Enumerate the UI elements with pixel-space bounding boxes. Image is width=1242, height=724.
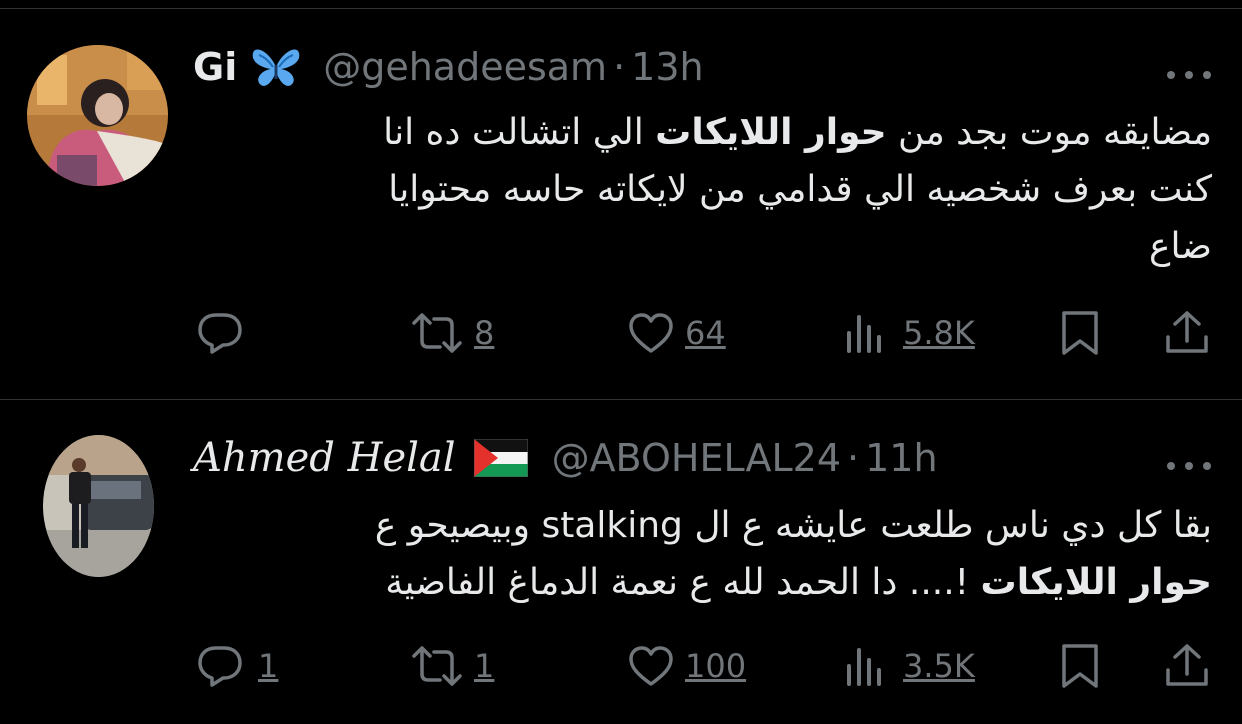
tweet-line: كنت بعرف شخصيه الي قدامي من لايكاته حاسه… — [388, 169, 1212, 210]
repost-icon — [412, 313, 462, 353]
tweet-1[interactable]: Gi @gehadeesam · 13h مضايقه موت بجد من ح… — [0, 9, 1242, 399]
action-bar: 1 1 100 3.5K — [0, 636, 1242, 696]
tweet-text: بقا كل دي ناس طلعت عايشه ع ال stalking و… — [172, 497, 1212, 611]
repost-icon — [412, 646, 462, 686]
views-count: 5.8K — [903, 314, 975, 352]
like-icon — [629, 646, 673, 686]
reply-icon — [198, 646, 242, 687]
views-button[interactable]: 5.8K — [845, 303, 975, 363]
tweet-text: مضايقه موت بجد من حوار اللايكات الي اتشا… — [172, 104, 1212, 275]
display-name[interactable]: Gi — [193, 43, 237, 91]
separator-dot: · — [847, 436, 860, 480]
action-bar: 8 64 5.8K — [0, 303, 1242, 363]
palestine-flag-icon — [473, 439, 528, 477]
views-count: 3.5K — [903, 647, 975, 685]
views-button[interactable]: 3.5K — [845, 636, 975, 696]
display-name[interactable]: Ahmed Helal — [193, 434, 456, 482]
share-button[interactable] — [1164, 636, 1210, 696]
reply-icon — [198, 313, 242, 354]
tweet-2[interactable]: Ahmed Helal @ABOHELAL24 · 11h بقا كل دي … — [0, 400, 1242, 724]
bookmark-button[interactable] — [1060, 303, 1100, 363]
handle[interactable]: @gehadeesam — [323, 43, 607, 91]
bookmark-icon — [1062, 644, 1098, 688]
like-count: 64 — [685, 314, 726, 352]
more-icon[interactable] — [1167, 65, 1211, 85]
repost-count: 1 — [474, 647, 495, 685]
bookmark-button[interactable] — [1060, 636, 1100, 696]
views-icon — [847, 315, 881, 353]
share-button[interactable] — [1164, 303, 1210, 363]
like-button[interactable]: 100 — [627, 636, 746, 696]
share-icon — [1166, 644, 1208, 686]
like-count: 100 — [685, 647, 747, 685]
tweet-header: Gi @gehadeesam · 13h — [193, 43, 704, 91]
bookmark-icon — [1062, 311, 1098, 355]
reply-count: 1 — [258, 647, 279, 685]
repost-button[interactable]: 1 — [410, 636, 494, 696]
repost-button[interactable]: 8 — [410, 303, 494, 363]
timestamp[interactable]: 13h — [631, 43, 703, 91]
tweet-line: مضايقه موت بجد من حوار اللايكات الي اتشا… — [383, 112, 1212, 153]
avatar-image — [27, 45, 168, 186]
views-icon — [847, 648, 881, 686]
separator-dot: · — [613, 45, 626, 89]
avatar-gi[interactable] — [27, 45, 168, 186]
timestamp[interactable]: 11h — [865, 434, 937, 482]
reply-button[interactable]: 1 — [196, 636, 278, 696]
butterfly-emoji-icon — [251, 45, 301, 89]
like-icon — [629, 313, 673, 353]
tweet-line: ضاع — [1148, 226, 1212, 267]
tweet-line: بقا كل دي ناس طلعت عايشه ع ال stalking و… — [374, 505, 1212, 546]
avatar-ahmed[interactable] — [43, 435, 154, 577]
like-button[interactable]: 64 — [627, 303, 726, 363]
more-icon[interactable] — [1167, 456, 1211, 476]
tweet-header: Ahmed Helal @ABOHELAL24 · 11h — [193, 434, 938, 482]
avatar-image — [43, 435, 154, 577]
repost-count: 8 — [474, 314, 495, 352]
reply-button[interactable] — [196, 303, 244, 363]
share-icon — [1166, 311, 1208, 353]
tweet-line: حوار اللايكات !.... دا الحمد لله ع نعمة … — [385, 562, 1212, 603]
handle[interactable]: @ABOHELAL24 — [552, 434, 841, 482]
